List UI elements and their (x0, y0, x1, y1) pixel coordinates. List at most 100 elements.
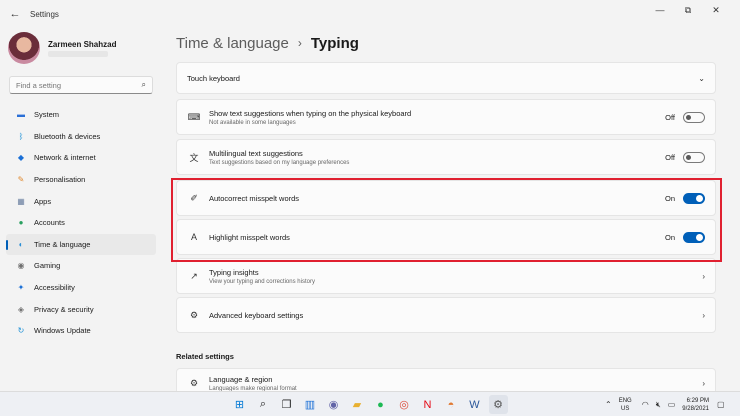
sidebar-item-accessibility[interactable]: ✦ Accessibility (6, 277, 156, 299)
gamepad-icon: ◉ (17, 261, 25, 271)
search-input[interactable] (16, 80, 142, 90)
card-subtitle: View your typing and corrections history (209, 278, 315, 285)
card-subtitle: Not available in some languages (209, 119, 296, 126)
sidebar-item-label: Accessibility (34, 283, 75, 293)
sidebar-item-label: Accounts (34, 218, 65, 228)
volume-icon[interactable]: 🔇︎ (656, 400, 661, 410)
clock-time: 6:29 PM (686, 397, 709, 404)
chevron-down-icon[interactable]: ⌄ (698, 74, 705, 83)
toggle-switch[interactable] (683, 111, 705, 123)
minimize-button[interactable]: — (646, 0, 674, 20)
sidebar-item-network-internet[interactable]: ◆ Network & internet (6, 147, 156, 169)
sidebar-item-label: Personalisation (34, 175, 86, 185)
card-text: Touch keyboard (187, 74, 698, 83)
sidebar-item-windows-update[interactable]: ↻ Windows Update (6, 320, 156, 342)
file-explorer-icon[interactable]: ▰ (348, 395, 367, 414)
word-icon[interactable]: W (465, 395, 484, 414)
card-control: › (702, 272, 705, 281)
windows-start-icon[interactable]: ⊞ (230, 395, 249, 414)
settings-icon[interactable]: ⚙ (488, 395, 508, 414)
toggle-state-label: Off (665, 112, 675, 122)
sidebar-item-label: Apps (34, 196, 52, 206)
toggle-switch[interactable] (683, 151, 705, 163)
language-indicator[interactable]: ENG US (619, 397, 632, 413)
spotify-icon[interactable]: ● (371, 395, 390, 414)
sidebar-item-label: Windows Update (34, 326, 91, 336)
page-title: Typing (310, 34, 359, 52)
toggle-state-label: Off (665, 152, 675, 162)
setting-card-typing-insights[interactable]: ↗ Typing insights View your typing and cor… (176, 258, 716, 294)
sidebar-item-gaming[interactable]: ◉ Gaming (6, 255, 156, 277)
card-title: Show text suggestions when typing on the… (209, 108, 412, 118)
widgets-icon[interactable]: ▥ (301, 395, 320, 414)
search-icon[interactable]: ⌕ (142, 80, 146, 90)
chevron-up-icon[interactable]: ⌃ (605, 400, 612, 409)
card-control: › (702, 311, 705, 320)
teams-chat-icon[interactable]: ◉ (324, 395, 343, 414)
setting-card-advanced-keyboard-settings[interactable]: ⚙ Advanced keyboard settings › (176, 297, 716, 333)
photos-icon[interactable]: ◓ (442, 395, 461, 414)
sidebar-item-apps[interactable]: ▦ Apps (6, 190, 156, 212)
task-view-icon[interactable]: ❐ (277, 395, 296, 414)
card-text: Multilingual text suggestions Text sugges… (209, 149, 665, 166)
maximize-button[interactable]: ⧉ (674, 0, 702, 20)
card-control: Off (665, 151, 705, 163)
monitor-icon: ▬ (17, 110, 25, 120)
sidebar-item-time-language[interactable]: ◐ Time & language (6, 233, 156, 256)
sidebar-item-bluetooth-devices[interactable]: ᛒ Bluetooth & devices (6, 126, 156, 148)
card-title: Language & region (209, 374, 273, 384)
chevron-right-icon[interactable]: › (702, 379, 705, 388)
taskbar: ⊞ ⌕ ❐ ▥ ◉ ▰ ● ◎ N ◓ W ⚙ ⌃ ENG US ◠ 🔇︎ ▭ 6:29 PM 9/2… (0, 391, 740, 416)
close-button[interactable]: ✕ (702, 0, 730, 20)
card-text: Language & region Languages make regional… (209, 375, 702, 392)
shield-icon: ◈ (17, 304, 25, 314)
sidebar-item-label: System (34, 110, 60, 120)
profile[interactable]: Zarmeen Shahzad (0, 28, 162, 68)
clock-date: 9/28/2021 (682, 405, 709, 412)
toggle-knob (686, 154, 691, 160)
nav-list: ▬ System ᛒ Bluetooth & devices ◆ Network & in… (0, 104, 162, 342)
search-box[interactable]: ⌕ (9, 76, 153, 94)
app-title: Settings (30, 9, 59, 19)
chevron-right-icon[interactable]: › (702, 311, 705, 320)
apps-icon: ▦ (17, 196, 25, 206)
setting-card-show-text-suggestions-when-typing-on-the-physical-keyboard[interactable]: ⌨ Show text suggestions when typing on th… (176, 99, 716, 135)
chevron-right-icon[interactable]: › (702, 272, 705, 281)
card-control: ⌄ (698, 74, 705, 83)
notification-icon[interactable]: ▢ (717, 400, 727, 410)
breadcrumb: Time & language › Typing (176, 30, 716, 56)
setting-card-touch-keyboard[interactable]: Touch keyboard ⌄ (176, 62, 716, 94)
chrome-icon[interactable]: ◎ (395, 395, 414, 414)
sidebar-item-system[interactable]: ▬ System (6, 104, 156, 126)
card-subtitle: Text suggestions based on my language pr… (209, 159, 350, 166)
sidebar-item-privacy-security[interactable]: ◈ Privacy & security (6, 298, 156, 320)
breadcrumb-parent[interactable]: Time & language (176, 35, 289, 52)
card-title: Touch keyboard (187, 73, 240, 83)
keyboard-icon: ⌨ (187, 111, 201, 122)
insights-icon: ↗ (190, 270, 198, 281)
sidebar-item-label: Bluetooth & devices (34, 131, 101, 141)
search-icon[interactable]: ⌕ (254, 395, 273, 414)
wifi-icon[interactable]: ◠ (642, 400, 649, 409)
taskbar-apps: ⊞ ⌕ ❐ ▥ ◉ ▰ ● ◎ N ◓ W ⚙ (230, 395, 512, 414)
sidebar-item-label: Gaming (34, 261, 61, 271)
card-title: Multilingual text suggestions (209, 148, 303, 158)
bluetooth-icon: ᛒ (18, 131, 24, 141)
back-arrow-icon[interactable]: ← (4, 3, 26, 25)
globe-clock-icon: ◐ (18, 239, 24, 249)
sidebar-item-label: Network & internet (34, 153, 96, 163)
card-text: Typing insights View your typing and corr… (209, 268, 702, 285)
battery-icon[interactable]: ▭ (668, 400, 676, 409)
update-icon: ↻ (17, 326, 25, 336)
profile-name: Zarmeen Shahzad (48, 39, 117, 49)
card-control: › (702, 379, 705, 388)
sidebar-item-personalisation[interactable]: ✎ Personalisation (6, 169, 156, 191)
setting-card-multilingual-text-suggestions[interactable]: 文 Multilingual text suggestions Text sugge… (176, 139, 716, 175)
brush-icon: ✎ (17, 175, 25, 185)
person-icon: ● (18, 218, 24, 228)
netflix-icon[interactable]: N (418, 395, 437, 414)
gear-icon: ⚙ (189, 309, 199, 320)
sidebar-item-accounts[interactable]: ● Accounts (6, 212, 156, 234)
clock[interactable]: 6:29 PM 9/28/2021 (682, 397, 709, 413)
profile-email-redacted (48, 50, 108, 57)
